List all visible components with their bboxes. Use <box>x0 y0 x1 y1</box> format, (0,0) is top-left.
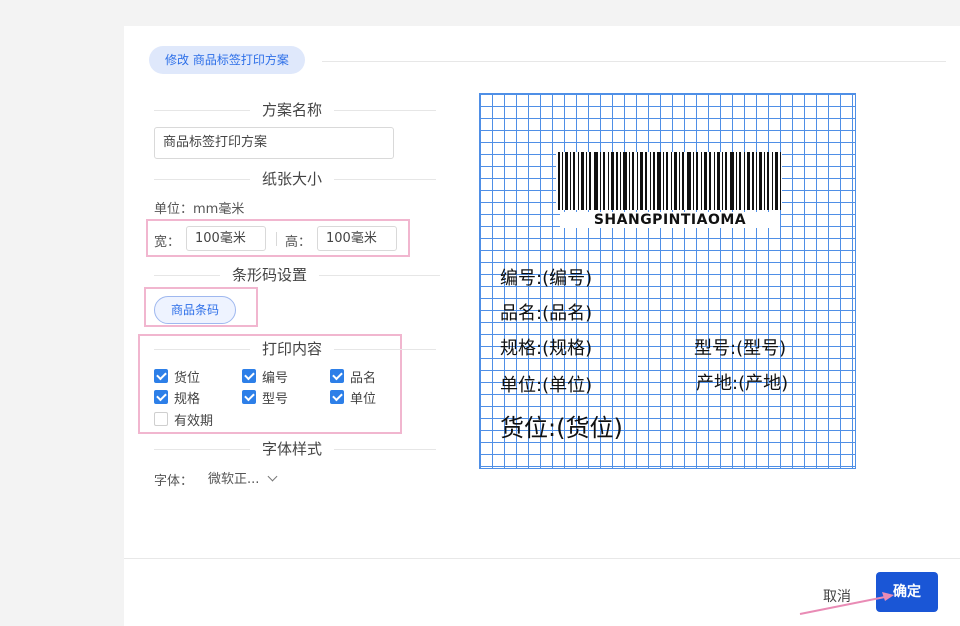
annotation-arrow-icon <box>799 592 894 615</box>
barcode-type-chip[interactable]: 商品条码 <box>154 296 236 324</box>
field-separator <box>276 232 277 246</box>
section-heading-print-content: 打印内容 <box>250 338 335 359</box>
width-input[interactable]: 100毫米 <box>186 226 266 251</box>
footer-divider <box>124 558 960 559</box>
font-select[interactable]: 微软正... <box>208 468 278 487</box>
section-heading-font-style: 字体样式 <box>250 438 335 459</box>
width-label: 宽： <box>154 235 181 250</box>
height-label: 高： <box>285 235 312 250</box>
preview-field-huowei: 货位:(货位) <box>500 414 623 442</box>
checkbox-checked-icon <box>330 369 344 383</box>
section-heading-paper-size: 纸张大小 <box>250 168 335 189</box>
barcode-text: SHANGPINTIAOMA <box>560 212 780 228</box>
checkbox-pinming[interactable]: 品名 <box>330 368 376 386</box>
checkbox-youxiaoqi[interactable]: 有效期 <box>154 411 213 429</box>
height-input[interactable]: 100毫米 <box>317 226 397 251</box>
preview-field-chandi: 产地:(产地) <box>696 373 789 394</box>
preview-field-pinming: 品名:(品名) <box>500 303 593 324</box>
label-preview: SHANGPINTIAOMA 编号:(编号) 品名:(品名) 规格:(规格) 型… <box>479 93 856 469</box>
font-label: 字体： <box>154 474 194 489</box>
checkbox-guige[interactable]: 规格 <box>154 389 200 407</box>
checkbox-bianhao[interactable]: 编号 <box>242 368 288 386</box>
checkbox-checked-icon <box>242 390 256 404</box>
left-gutter <box>0 0 124 626</box>
checkbox-checked-icon <box>242 369 256 383</box>
dialog-title: 修改 商品标签打印方案 <box>149 46 305 74</box>
unit-label: 单位：mm毫米 <box>154 202 245 217</box>
section-heading-barcode: 条形码设置 <box>220 264 320 285</box>
checkbox-xinghao[interactable]: 型号 <box>242 389 288 407</box>
preview-field-bianhao: 编号:(编号) <box>500 268 593 289</box>
checkbox-checked-icon <box>330 390 344 404</box>
barcode-graphic <box>556 152 782 210</box>
preview-field-xinghao: 型号:(型号) <box>694 338 787 359</box>
checkbox-danwei[interactable]: 单位 <box>330 389 376 407</box>
checkbox-unchecked-icon <box>154 412 168 426</box>
checkbox-checked-icon <box>154 390 168 404</box>
checkbox-huowei[interactable]: 货位 <box>154 368 200 386</box>
preview-field-danwei: 单位:(单位) <box>500 375 593 396</box>
preview-field-guige: 规格:(规格) <box>500 338 593 359</box>
dialog-panel: 修改 商品标签打印方案 方案名称 商品标签打印方案 纸张大小 单位：mm毫米 宽… <box>124 26 960 626</box>
title-divider <box>322 61 946 62</box>
chevron-down-icon <box>267 471 278 482</box>
checkbox-checked-icon <box>154 369 168 383</box>
scheme-name-input[interactable]: 商品标签打印方案 <box>154 127 394 159</box>
section-heading-scheme-name: 方案名称 <box>250 99 335 120</box>
